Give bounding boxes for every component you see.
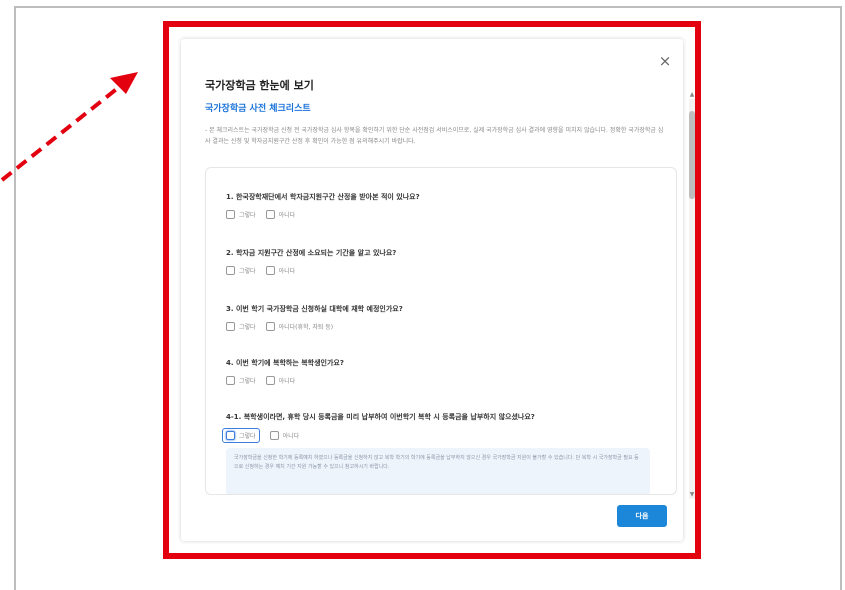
checkbox[interactable] <box>265 322 275 331</box>
option-no[interactable]: 아니다 <box>265 376 296 385</box>
question-3-options: 그렇다 아니다(휴학, 자퇴 등) <box>226 322 343 331</box>
question-4-1: 4-1. 복학생이라면, 휴학 당시 등록금을 미리 납부하여 이번학기 복학 … <box>226 413 535 421</box>
question-3: 3. 이번 학기 국가장학금 신청하실 대학에 재학 예정인가요? <box>226 305 403 313</box>
option-yes[interactable]: 그렇다 <box>226 376 256 385</box>
option-label: 아니다 <box>282 433 300 440</box>
option-label: 아니다(휴학, 자퇴 등) <box>278 324 334 331</box>
option-yes[interactable]: 그렇다 <box>226 322 256 331</box>
checkbox[interactable] <box>226 376 235 385</box>
option-label: 그렇다 <box>239 268 256 275</box>
option-yes[interactable]: 그렇다 <box>226 210 256 219</box>
question-4: 4. 이번 학기에 복학하는 복학생인가요? <box>226 359 344 367</box>
question-2-options: 그렇다 아니다 <box>226 266 305 275</box>
highlight-box: × 국가장학금 한눈에 보기 국가장학금 사전 체크리스트 - 본 체크리스트는… <box>163 21 701 559</box>
modal-title: 국가장학금 한눈에 보기 <box>205 79 314 92</box>
info-notice: 국가장학금을 신청한 학기에 등록예치 하였으나 등록금을 신청하지 않고 복학… <box>226 448 650 494</box>
option-label: 아니다 <box>278 212 296 219</box>
checkbox[interactable] <box>265 376 275 385</box>
checkbox[interactable] <box>265 266 275 275</box>
checklist-modal: × 국가장학금 한눈에 보기 국가장학금 사전 체크리스트 - 본 체크리스트는… <box>181 39 695 541</box>
option-label: 그렇다 <box>239 433 256 440</box>
checkbox[interactable] <box>226 322 235 331</box>
option-label: 아니다 <box>278 268 296 275</box>
checkbox[interactable] <box>226 431 235 440</box>
question-1: 1. 한국장학재단에서 학자금지원구간 산정을 받아본 적이 있나요? <box>226 193 420 201</box>
scroll-down-icon[interactable]: ▼ <box>689 491 695 498</box>
scrollbar[interactable] <box>689 99 695 499</box>
option-yes[interactable]: 그렇다 <box>222 428 260 443</box>
option-label: 아니다 <box>278 378 296 385</box>
option-no[interactable]: 아니다 <box>265 210 296 219</box>
question-2: 2. 학자금 지원구간 산정에 소요되는 기간을 알고 있나요? <box>226 249 397 257</box>
option-label: 그렇다 <box>239 212 256 219</box>
scrollbar-thumb[interactable] <box>689 111 695 199</box>
scroll-up-icon[interactable]: ▲ <box>689 91 695 98</box>
checklist-subtitle: 국가장학금 사전 체크리스트 <box>205 104 311 114</box>
option-label: 그렇다 <box>239 324 256 331</box>
red-dashed-arrow-icon <box>0 72 138 182</box>
question-4-options: 그렇다 아니다 <box>226 376 305 385</box>
checkbox[interactable] <box>269 431 279 440</box>
checkbox[interactable] <box>265 210 275 219</box>
close-icon[interactable]: × <box>657 53 673 69</box>
option-no[interactable]: 아니다(휴학, 자퇴 등) <box>265 322 334 331</box>
next-button[interactable]: 다음 <box>617 505 667 527</box>
question-list: 1. 한국장학재단에서 학자금지원구간 산정을 받아본 적이 있나요? 그렇다 … <box>205 167 677 495</box>
option-yes[interactable]: 그렇다 <box>226 266 256 275</box>
option-no[interactable]: 아니다 <box>265 266 296 275</box>
checklist-description: - 본 체크리스트는 국가장학금 신청 전 국가장학금 심사 항목을 확인하기 … <box>205 127 664 145</box>
option-label: 그렇다 <box>239 378 256 385</box>
question-1-options: 그렇다 아니다 <box>226 210 305 219</box>
option-no[interactable]: 아니다 <box>269 431 300 440</box>
question-4-1-options: 그렇다 아니다 <box>222 428 309 443</box>
checkbox[interactable] <box>226 266 235 275</box>
checkbox[interactable] <box>226 210 235 219</box>
